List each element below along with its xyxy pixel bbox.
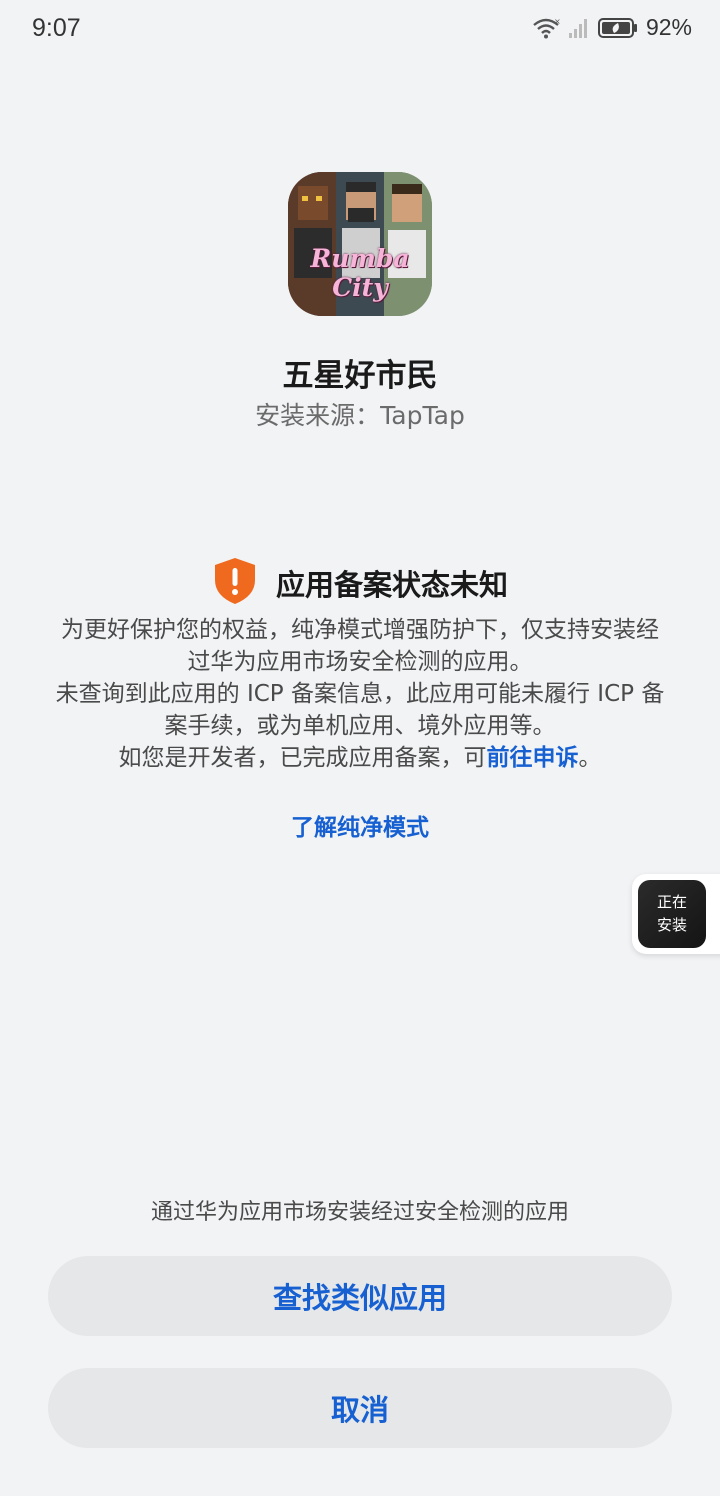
warning-line-3-prefix: 如您是开发者，已完成应用备案，可 [118, 745, 487, 771]
wifi-icon: × [532, 17, 560, 39]
status-icons: × 92% [532, 14, 692, 41]
warning-line-3: 如您是开发者，已完成应用备案，可前往申诉。 [52, 742, 668, 774]
status-time: 9:07 [32, 14, 81, 42]
bottom-hint: 通过华为应用市场安装经过安全检测的应用 [150, 1200, 569, 1225]
warning-description: 为更好保护您的权益，纯净模式增强防护下，仅支持安装经过华为应用市场安全检测的应用… [52, 614, 668, 774]
battery-percent: 92% [645, 14, 692, 40]
signal-icon [568, 17, 590, 39]
learn-pure-mode-link[interactable]: 了解纯净模式 [0, 808, 720, 842]
installing-app-thumbnail: 正在 安装 [638, 880, 706, 948]
shield-alert-icon [212, 556, 258, 610]
warning-line-3-suffix: 。 [578, 745, 602, 771]
cancel-button[interactable]: 取消 [48, 1368, 672, 1448]
app-icon: Rumba City [288, 172, 432, 316]
install-source: 安装来源：TapTap [255, 401, 465, 430]
app-name: 五星好市民 [282, 358, 438, 394]
installing-bubble[interactable]: 正在 安装 [632, 874, 720, 954]
find-similar-button[interactable]: 查找类似应用 [48, 1256, 672, 1336]
warning-title: 应用备案状态未知 [275, 568, 508, 602]
warning-line-1: 为更好保护您的权益，纯净模式增强防护下，仅支持安装经过华为应用市场安全检测的应用… [61, 617, 659, 675]
appeal-link[interactable]: 前往申诉 [487, 745, 579, 771]
installing-label-1: 正在 [656, 893, 687, 911]
app-icon-logo-text: Rumba City [310, 244, 410, 302]
installing-label-2: 安装 [656, 916, 687, 934]
battery-icon [597, 17, 638, 39]
warning-line-2: 未查询到此应用的 ICP 备案信息，此应用可能未履行 ICP 备案手续，或为单机… [55, 681, 665, 739]
svg-text:×: × [554, 17, 560, 26]
warning-header: 应用备案状态未知 [0, 556, 720, 610]
status-bar: 9:07 × 92% [0, 0, 720, 60]
